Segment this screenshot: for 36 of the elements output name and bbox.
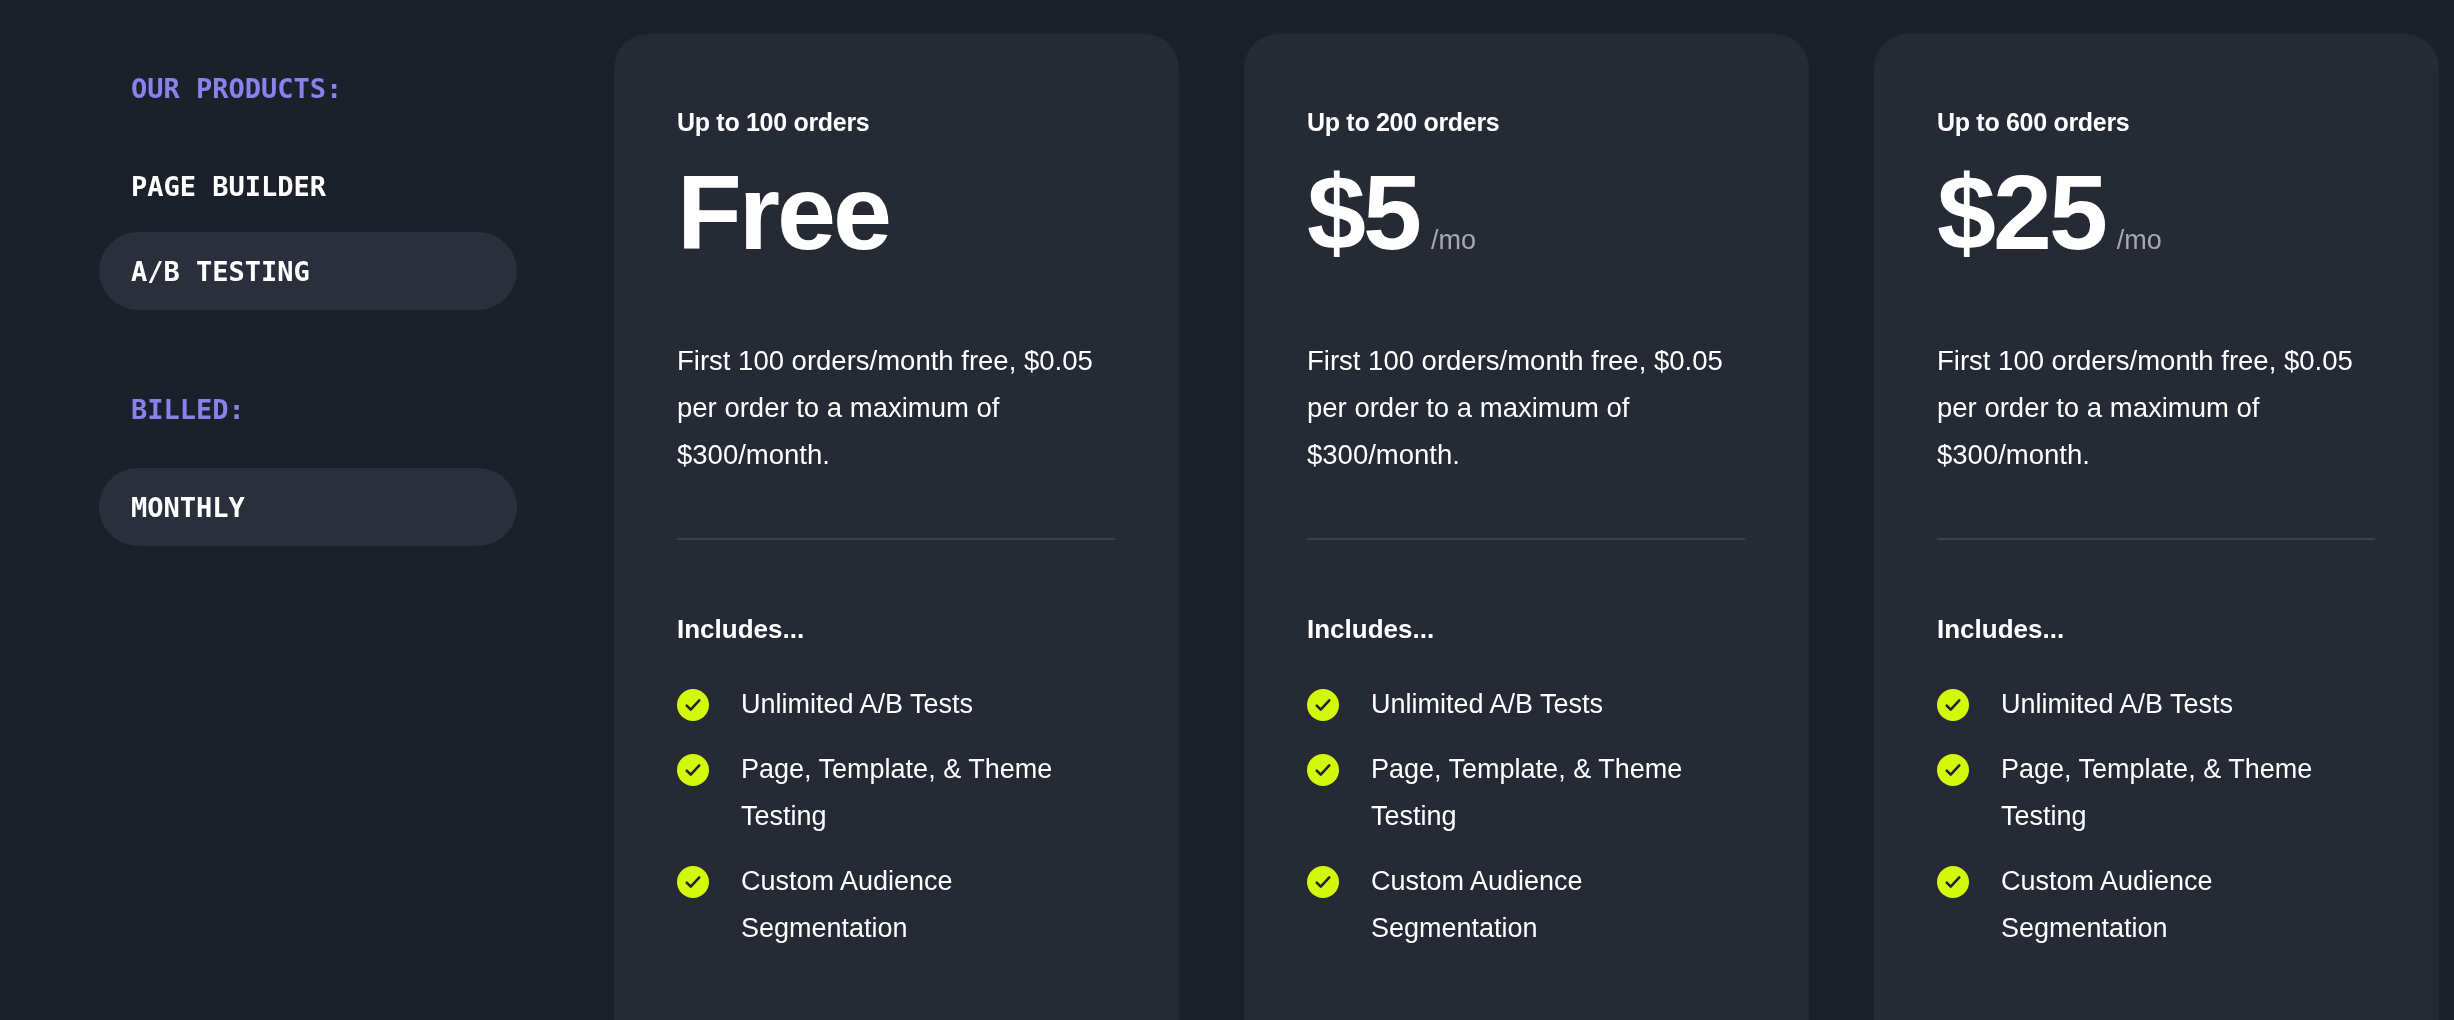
plan-limit: Up to 200 orders: [1307, 107, 1501, 137]
price-period: /mo: [1430, 225, 1476, 256]
check-icon: [1937, 866, 1969, 898]
feature-text: Page, Template, & Theme Testing: [2001, 753, 2314, 833]
includes-heading: Includes...: [1937, 614, 2066, 645]
section-heading: OUR PRODUCTS:: [130, 73, 343, 105]
includes-heading: Includes...: [1307, 614, 1436, 645]
check-icon: [1307, 866, 1339, 898]
check-icon: [1937, 689, 1969, 721]
check-icon: [1307, 754, 1339, 786]
plan-description: First 100 orders/month free, $0.05 per order to a maximum of $300/month.: [677, 344, 1094, 472]
includes-heading: Includes...: [677, 614, 806, 645]
sidebar-item[interactable]: MONTHLY: [99, 468, 517, 546]
feature-text: Custom Audience Segmentation: [2001, 865, 2214, 945]
check-icon: [677, 866, 709, 898]
check-icon: [1307, 689, 1339, 721]
plan-description: First 100 orders/month free, $0.05 per order to a maximum of $300/month.: [1937, 344, 2354, 472]
section-heading: BILLED:: [130, 394, 245, 426]
feature-text: Unlimited A/B Tests: [1371, 688, 1605, 721]
feature-text: Custom Audience Segmentation: [741, 865, 954, 945]
feature-text: Page, Template, & Theme Testing: [1371, 753, 1684, 833]
feature-text: Page, Template, & Theme Testing: [741, 753, 1054, 833]
plan-price: Free: [677, 159, 889, 265]
feature-text: Unlimited A/B Tests: [741, 688, 975, 721]
feature-text: Unlimited A/B Tests: [2001, 688, 2235, 721]
plan-limit: Up to 100 orders: [677, 107, 871, 137]
sidebar-item[interactable]: A/B TESTING: [99, 232, 517, 310]
plan-price: $5: [1307, 159, 1419, 265]
plan-limit: Up to 600 orders: [1937, 107, 2131, 137]
price-period: /mo: [2116, 225, 2162, 256]
check-icon: [677, 689, 709, 721]
check-icon: [1937, 754, 1969, 786]
plan-description: First 100 orders/month free, $0.05 per order to a maximum of $300/month.: [1307, 344, 1724, 472]
check-icon: [677, 754, 709, 786]
plan-price: $25: [1937, 159, 2105, 265]
feature-text: Custom Audience Segmentation: [1371, 865, 1584, 945]
